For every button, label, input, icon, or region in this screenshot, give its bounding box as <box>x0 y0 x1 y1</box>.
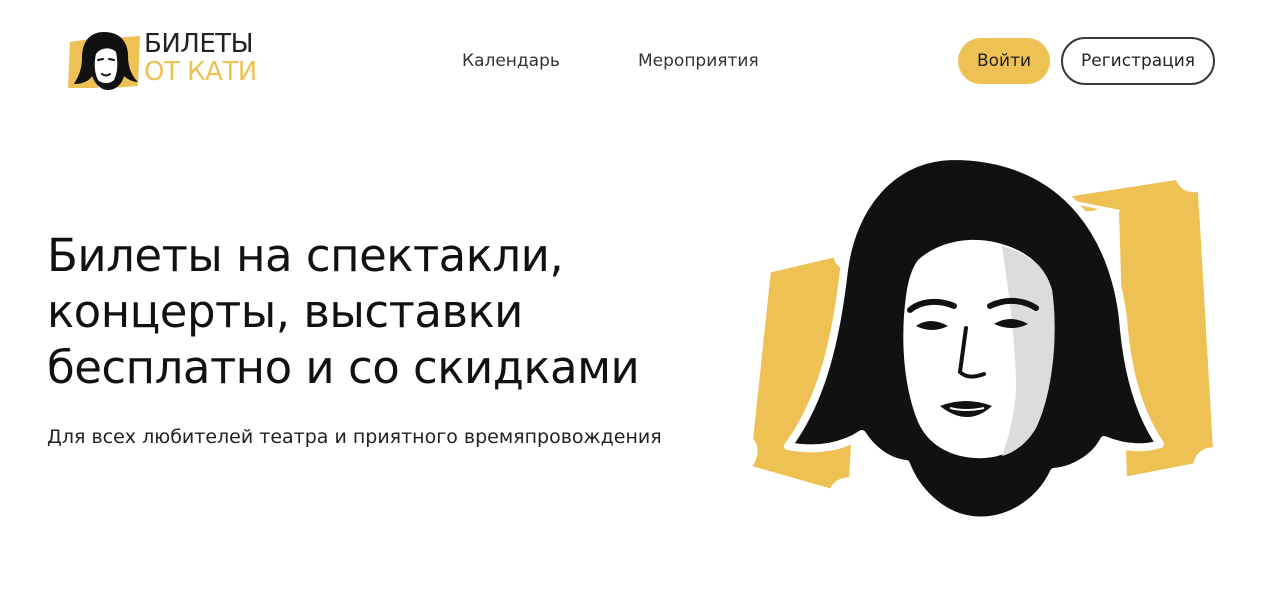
site-header: БИЛЕТЫ ОТ КАТИ Календарь Мероприятия Вой… <box>0 0 1280 120</box>
hero-subtitle: Для всех любителей театра и приятного вр… <box>47 426 662 448</box>
logo-text-line2: ОТ КАТИ <box>144 57 257 87</box>
login-button[interactable]: Войти <box>958 38 1050 84</box>
hero-title-line: концерты, выставки <box>47 285 523 338</box>
hero-title: Билеты на спектакли, концерты, выставки … <box>47 228 707 396</box>
hero-title-line: Билеты на спектакли, <box>47 229 564 282</box>
portrait-icon <box>68 32 140 90</box>
register-button[interactable]: Регистрация <box>1061 37 1215 85</box>
nav-calendar-link[interactable]: Календарь <box>462 50 560 72</box>
hero-title-line: бесплатно и со скидками <box>47 341 640 394</box>
logo-text-line1: БИЛЕТЫ <box>144 29 254 59</box>
portrait-illustration <box>745 152 1219 525</box>
nav-events-link[interactable]: Мероприятия <box>638 50 759 72</box>
site-logo[interactable]: БИЛЕТЫ ОТ КАТИ <box>66 28 276 94</box>
landing-page: БИЛЕТЫ ОТ КАТИ Календарь Мероприятия Вой… <box>0 0 1280 596</box>
